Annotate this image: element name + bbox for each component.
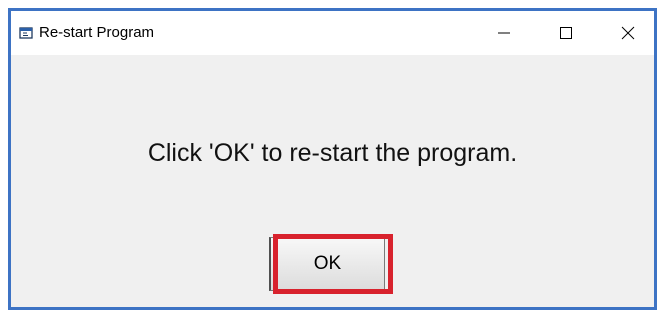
minimize-icon (498, 32, 510, 34)
close-icon (621, 26, 635, 40)
app-icon (19, 27, 33, 39)
window-title: Re-start Program (39, 24, 155, 41)
minimize-button[interactable] (473, 11, 535, 55)
dialog-window: Re-start Program Click 'OK' to re-start … (8, 8, 657, 310)
maximize-icon (560, 27, 572, 39)
maximize-button[interactable] (535, 11, 597, 55)
close-button[interactable] (597, 11, 659, 55)
dialog-message: Click 'OK' to re-start the program. (147, 139, 518, 167)
title-bar[interactable]: Re-start Program (11, 11, 654, 55)
ok-button-highlight (273, 234, 393, 294)
